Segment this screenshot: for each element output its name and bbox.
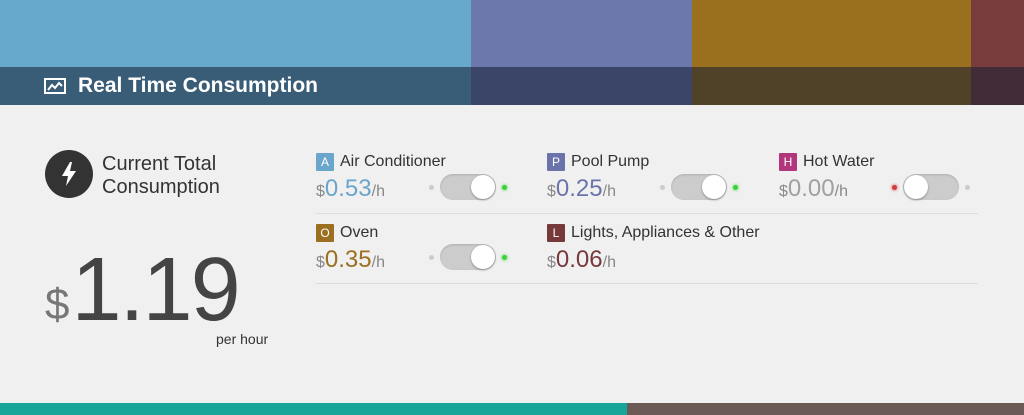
header-title: Real Time Consumption <box>44 67 318 105</box>
line-chart-icon <box>44 78 66 94</box>
device-name: Hot Water <box>803 153 875 170</box>
rate-currency: $ <box>316 254 325 271</box>
total-label-line1: Current Total <box>102 153 217 175</box>
total-value: 1.19 <box>71 240 240 340</box>
rate-unit: /h <box>602 183 616 200</box>
device-name: Pool Pump <box>571 153 650 170</box>
toggle-track[interactable] <box>903 174 959 200</box>
device-name: Lights, Appliances & Other <box>571 224 760 241</box>
rate-currency: $ <box>547 183 556 200</box>
toggle-hot-water[interactable] <box>892 174 970 200</box>
on-indicator <box>733 184 738 190</box>
footer-segment-1 <box>0 403 627 415</box>
rate-value: 0.00 <box>787 175 835 202</box>
device-air-conditioner: A Air Conditioner $ 0.53 /h <box>316 151 446 203</box>
consumption-panel: Current Total Consumption $ 1.19 per hou… <box>0 105 1024 393</box>
device-pool-pump: P Pool Pump $ 0.25 /h <box>547 151 649 203</box>
total-unit: per hour <box>216 331 269 347</box>
device-name: Oven <box>340 224 379 241</box>
device-rate: $ 0.00 /h <box>779 175 874 203</box>
rate-value: 0.25 <box>555 175 603 202</box>
device-badge: O <box>316 224 334 242</box>
on-indicator <box>965 184 970 190</box>
rate-value: 0.35 <box>324 246 372 273</box>
device-badge: A <box>316 153 334 171</box>
device-rate: $ 0.35 /h <box>316 246 385 274</box>
device-name: Air Conditioner <box>340 153 446 170</box>
device-hot-water: H Hot Water $ 0.00 /h <box>779 151 874 203</box>
rate-unit: /h <box>371 183 385 200</box>
rate-unit: /h <box>602 254 616 271</box>
device-rate: $ 0.25 /h <box>547 175 649 203</box>
toggle-track[interactable] <box>671 174 727 200</box>
rate-currency: $ <box>547 254 556 271</box>
device-rate: $ 0.53 /h <box>316 175 446 203</box>
on-indicator <box>502 254 507 260</box>
row-divider <box>316 283 978 284</box>
rate-currency: $ <box>779 183 788 200</box>
device-badge: L <box>547 224 565 242</box>
toggle-track[interactable] <box>440 244 496 270</box>
device-oven: O Oven $ 0.35 /h <box>316 222 385 274</box>
off-indicator <box>429 254 434 260</box>
toggle-knob[interactable] <box>471 245 495 269</box>
rate-currency: $ <box>316 183 325 200</box>
total-currency: $ <box>45 280 70 329</box>
device-badge: P <box>547 153 565 171</box>
off-indicator <box>429 184 434 190</box>
total-consumption-label: Current Total Consumption <box>102 153 302 199</box>
off-indicator <box>892 184 897 190</box>
device-badge: H <box>779 153 797 171</box>
toggle-oven[interactable] <box>429 244 507 270</box>
device-rate: $ 0.06 /h <box>547 246 760 274</box>
footer-segment-2 <box>627 403 1024 415</box>
lightning-icon <box>45 150 93 198</box>
toggle-pool-pump[interactable] <box>660 174 738 200</box>
page-title: Real Time Consumption <box>78 74 318 97</box>
total-label-line2: Consumption <box>102 176 220 198</box>
device-lights-appliances-other: L Lights, Appliances & Other $ 0.06 /h <box>547 222 760 274</box>
toggle-air-conditioner[interactable] <box>429 174 507 200</box>
toggle-track[interactable] <box>440 174 496 200</box>
footer-color-strip <box>0 403 1024 415</box>
row-divider <box>316 213 978 214</box>
rate-value: 0.06 <box>555 246 603 273</box>
toggle-knob[interactable] <box>471 175 495 199</box>
off-indicator <box>660 184 665 190</box>
total-amount: $ 1.19 <box>45 240 241 340</box>
rate-value: 0.53 <box>324 175 372 202</box>
rate-unit: /h <box>371 254 385 271</box>
toggle-knob[interactable] <box>904 175 928 199</box>
on-indicator <box>502 184 507 190</box>
rate-unit: /h <box>834 183 848 200</box>
toggle-knob[interactable] <box>702 175 726 199</box>
